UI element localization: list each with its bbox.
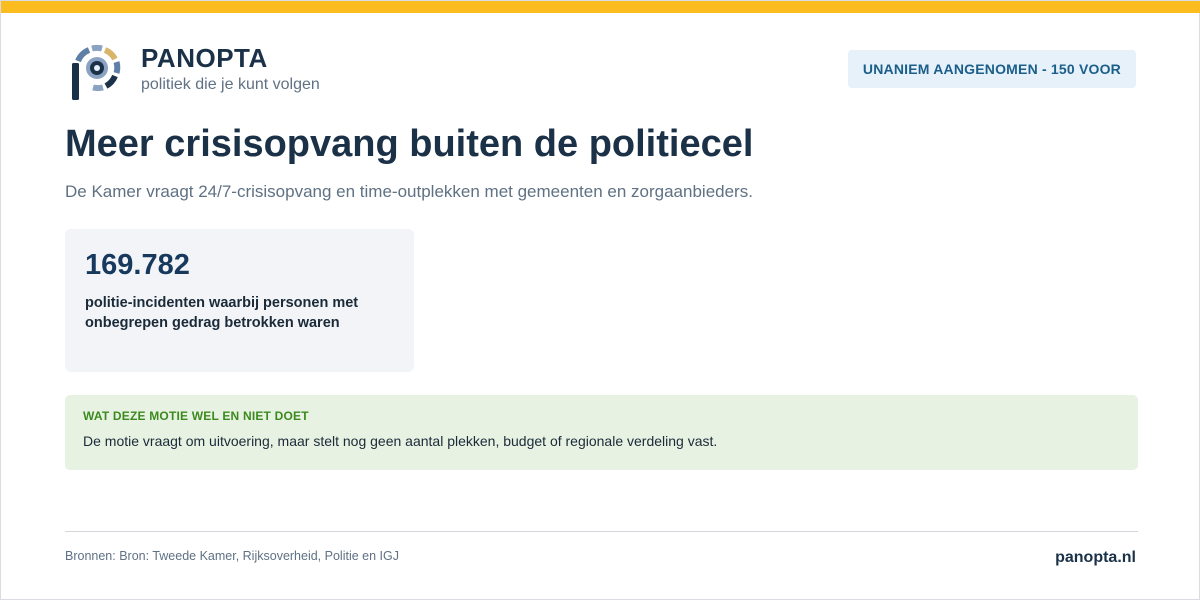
stat-card: 169.782 politie-incidenten waarbij perso… (65, 229, 414, 372)
stat-value: 169.782 (85, 249, 190, 281)
footer-divider (65, 531, 1138, 532)
info-heading: WAT DEZE MOTIE WEL EN NIET DOET (83, 409, 309, 423)
motion-info-box: WAT DEZE MOTIE WEL EN NIET DOET De motie… (65, 395, 1138, 470)
stat-label: politie-incidenten waarbij personen met … (85, 295, 359, 331)
site-url-link[interactable]: panopta.nl (1055, 549, 1136, 567)
brand-tagline: politiek die je kunt volgen (141, 76, 320, 93)
info-text: De motie vraagt om uitvoering, maar stel… (83, 433, 718, 449)
status-badge: UNANIEM AANGENOMEN - 150 VOOR (847, 50, 1136, 88)
brand-name: PANOPTA (141, 43, 268, 73)
accent-top-bar (1, 1, 1200, 13)
share-card: PANOPTA politiek die je kunt volgen UNAN… (0, 0, 1200, 600)
sources-text: Bronnen: Bron: Tweede Kamer, Rijksoverhe… (65, 549, 399, 563)
page-title: Meer crisisopvang buiten de politiecel (65, 123, 754, 165)
panopta-logo-icon (72, 44, 121, 100)
page-subtitle: De Kamer vraagt 24/7-crisisopvang en tim… (65, 182, 753, 201)
